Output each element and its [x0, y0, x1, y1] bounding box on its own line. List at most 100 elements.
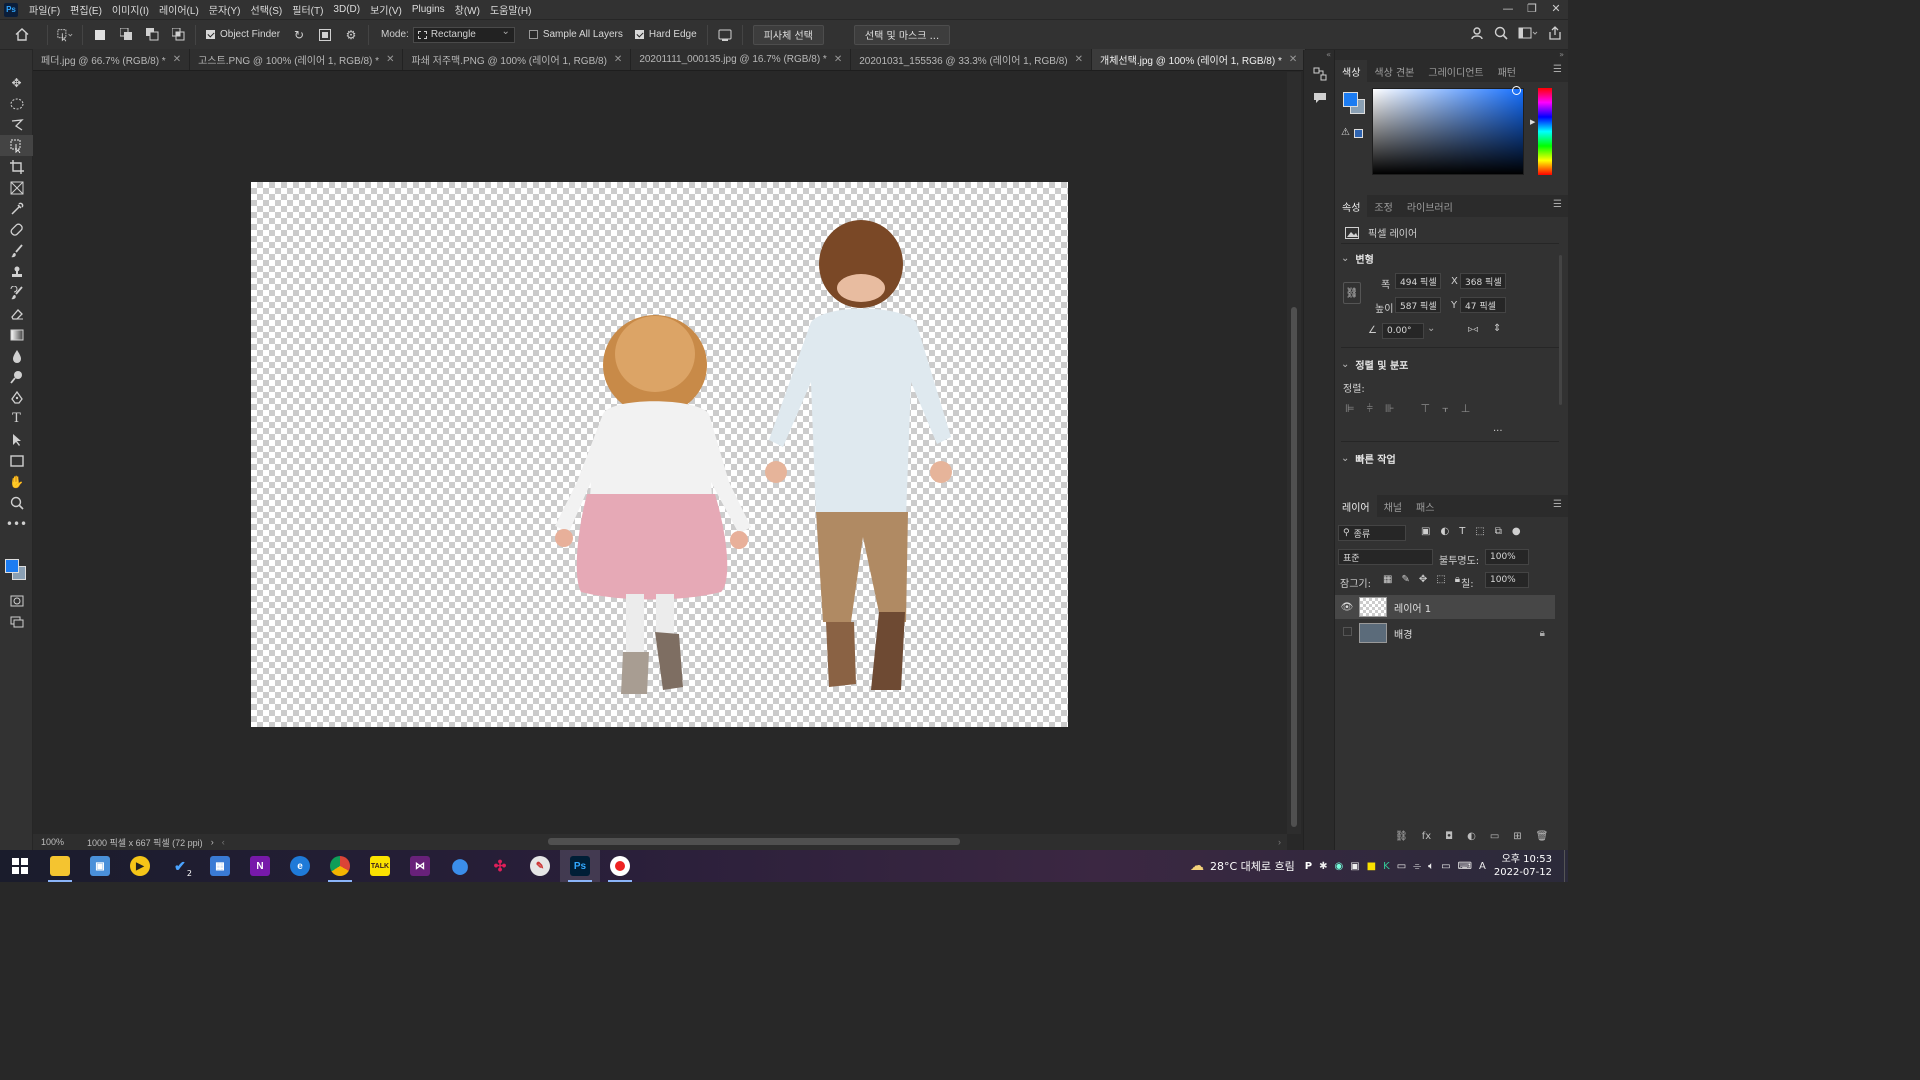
width-field[interactable]: 494 픽셀: [1395, 273, 1441, 289]
align-bottom-icon[interactable]: ⊥: [1461, 402, 1471, 416]
new-selection-icon[interactable]: [92, 27, 108, 43]
menu-type[interactable]: 문자(Y): [204, 2, 246, 17]
tray-app-icon[interactable]: ◉: [1334, 861, 1343, 872]
sample-all-layers-checkbox[interactable]: Sample All Layers: [528, 29, 623, 40]
menu-edit[interactable]: 편집(E): [65, 2, 107, 17]
tab-properties[interactable]: 속성: [1335, 195, 1368, 217]
intersect-selection-icon[interactable]: [170, 27, 186, 43]
scroll-right-icon[interactable]: ›: [1278, 837, 1281, 847]
layer-filter-select[interactable]: ⚲ 종류: [1338, 525, 1406, 541]
vertical-scrollbar[interactable]: [1287, 72, 1301, 834]
tab-document[interactable]: 페더.jpg @ 66.7% (RGB/8) * ✕: [33, 49, 191, 70]
tray-app-icon[interactable]: K: [1383, 861, 1390, 872]
align-left-icon[interactable]: ⊫: [1345, 402, 1355, 416]
tab-document[interactable]: 20201031_155536 @ 33.3% (레이어 1, RGB/8) ✕: [851, 49, 1093, 70]
healing-brush-tool-icon[interactable]: [0, 219, 33, 240]
close-tab-icon[interactable]: ✕: [614, 54, 622, 65]
tray-app-icon[interactable]: ▭: [1397, 861, 1406, 872]
show-desktop-button[interactable]: [1564, 850, 1568, 882]
menu-plugins[interactable]: Plugins: [407, 4, 450, 15]
refresh-icon[interactable]: ↻: [291, 27, 307, 43]
screen-mode-icon[interactable]: [0, 611, 33, 632]
more-tools-icon[interactable]: •••: [0, 513, 33, 534]
fill-field[interactable]: 100%: [1485, 572, 1529, 588]
weather-cloud-icon[interactable]: ☁: [1190, 858, 1204, 874]
opacity-field[interactable]: 100%: [1485, 549, 1529, 565]
align-top-icon[interactable]: ⊤: [1421, 402, 1431, 416]
more-align-options[interactable]: ...: [1493, 423, 1503, 434]
add-mask-icon[interactable]: ◘: [1445, 831, 1453, 842]
kakaotalk-taskbar-icon[interactable]: TALK: [360, 850, 400, 882]
color-picker-cursor[interactable]: [1512, 86, 1521, 95]
comments-panel-icon[interactable]: [1304, 86, 1336, 110]
foreground-color-swatch[interactable]: [5, 559, 19, 573]
visual-studio-taskbar-icon[interactable]: ⋈: [400, 850, 440, 882]
filter-smart-object-icon[interactable]: ⧉: [1495, 526, 1502, 537]
close-tab-icon[interactable]: ✕: [1289, 54, 1297, 65]
tab-gradients[interactable]: 그레이디언트: [1421, 60, 1490, 82]
hand-tool-icon[interactable]: ✋: [0, 471, 33, 492]
tray-bluetooth-icon[interactable]: ✱: [1319, 861, 1327, 872]
tray-app-icon[interactable]: ▣: [1350, 861, 1359, 872]
history-panel-icon[interactable]: [1304, 62, 1336, 86]
tab-adjustments[interactable]: 조정: [1367, 195, 1399, 217]
quick-mask-icon[interactable]: [0, 590, 33, 611]
delete-layer-icon[interactable]: 🗑︎: [1536, 831, 1549, 842]
tab-document[interactable]: 20201111_000135.jpg @ 16.7% (RGB/8) * ✕: [631, 49, 852, 70]
menu-image[interactable]: 이미지(I): [107, 2, 154, 17]
select-subject-button[interactable]: 피사체 선택: [752, 24, 824, 45]
angle-dropdown-icon[interactable]: ⌄: [1427, 323, 1435, 334]
rectangle-tool-icon[interactable]: [0, 450, 33, 471]
tab-patterns[interactable]: 패턴: [1491, 60, 1523, 82]
lasso-tool-icon[interactable]: [0, 114, 33, 135]
new-layer-icon[interactable]: ⊞: [1513, 831, 1521, 842]
status-menu-arrow-icon[interactable]: ›: [211, 837, 214, 847]
menu-layer[interactable]: 레이어(L): [154, 2, 204, 17]
tab-libraries[interactable]: 라이브러리: [1400, 195, 1460, 217]
brush-tool-icon[interactable]: [0, 240, 33, 261]
eraser-tool-icon[interactable]: [0, 303, 33, 324]
collapse-icon[interactable]: «: [1304, 50, 1334, 62]
align-middle-icon[interactable]: ⫟: [1442, 402, 1449, 416]
share-icon[interactable]: [1548, 26, 1562, 43]
chrome-taskbar-icon[interactable]: [320, 850, 360, 882]
tab-color[interactable]: 색상: [1335, 60, 1368, 82]
object-selection-tool-preset-icon[interactable]: [57, 27, 73, 43]
zoom-tool-icon[interactable]: [0, 492, 33, 513]
quick-actions-section-header[interactable]: 빠른 작업: [1341, 451, 1395, 466]
app-cloud-taskbar-icon[interactable]: ✎: [520, 850, 560, 882]
search-icon[interactable]: [1494, 26, 1508, 43]
app-taskbar-icon[interactable]: ▣: [80, 850, 120, 882]
tray-kakaotalk-icon[interactable]: ■: [1367, 861, 1376, 872]
stamp-tool-icon[interactable]: [0, 261, 33, 282]
close-button[interactable]: ✕: [1544, 0, 1568, 19]
filter-type-icon[interactable]: T: [1459, 526, 1465, 537]
angle-field[interactable]: 0.00°: [1382, 323, 1424, 339]
y-field[interactable]: 47 픽셀: [1460, 297, 1506, 313]
photoshop-taskbar-icon[interactable]: Ps: [560, 850, 600, 882]
file-explorer-taskbar-icon[interactable]: [40, 850, 80, 882]
object-subtract-icon[interactable]: [717, 27, 733, 43]
hue-slider[interactable]: ▶: [1530, 88, 1552, 175]
object-finder-checkbox[interactable]: Object Finder: [206, 29, 280, 40]
recorder-taskbar-icon[interactable]: [600, 850, 640, 882]
lock-position-icon[interactable]: ✥: [1419, 574, 1427, 585]
subtract-from-selection-icon[interactable]: [144, 27, 160, 43]
menu-select[interactable]: 선택(S): [246, 2, 288, 17]
pen-tool-icon[interactable]: [0, 387, 33, 408]
filter-adjustment-icon[interactable]: ◐: [1440, 526, 1449, 537]
close-tab-icon[interactable]: ✕: [173, 54, 181, 65]
hue-slider-handle-icon[interactable]: ▶: [1530, 118, 1535, 126]
crop-tool-icon[interactable]: [0, 156, 33, 177]
menu-view[interactable]: 보기(V): [365, 2, 407, 17]
x-field[interactable]: 368 픽셀: [1460, 273, 1506, 289]
document-canvas[interactable]: [251, 182, 1068, 727]
fx-icon[interactable]: fx: [1422, 831, 1431, 842]
expand-icon[interactable]: »: [1335, 50, 1568, 60]
flip-vertical-icon[interactable]: ⇕: [1493, 323, 1501, 334]
restore-button[interactable]: ❐: [1520, 0, 1544, 19]
tab-document[interactable]: 고스트.PNG @ 100% (레이어 1, RGB/8) * ✕: [190, 49, 404, 70]
filter-pixel-icon[interactable]: ▣: [1421, 526, 1430, 537]
maps-taskbar-icon[interactable]: ⬤: [440, 850, 480, 882]
eye-icon[interactable]: 👁︎: [1335, 602, 1359, 613]
